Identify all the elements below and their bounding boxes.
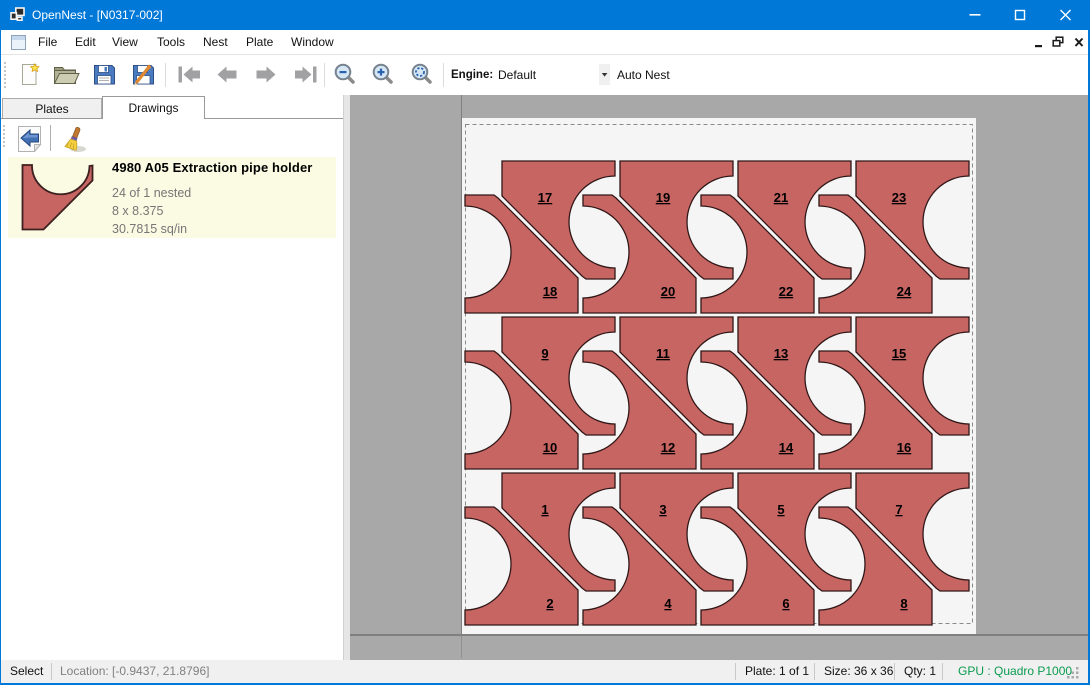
svg-text:11: 11 xyxy=(656,346,670,361)
svg-text:2: 2 xyxy=(546,596,553,611)
svg-text:3: 3 xyxy=(659,502,666,517)
svg-text:6: 6 xyxy=(782,596,789,611)
svg-text:15: 15 xyxy=(892,346,906,361)
svg-text:24: 24 xyxy=(897,284,912,299)
svg-text:21: 21 xyxy=(774,190,788,205)
svg-text:10: 10 xyxy=(543,440,557,455)
svg-text:13: 13 xyxy=(774,346,788,361)
svg-text:8: 8 xyxy=(900,596,907,611)
svg-text:19: 19 xyxy=(656,190,670,205)
svg-text:5: 5 xyxy=(777,502,784,517)
svg-text:4: 4 xyxy=(664,596,672,611)
svg-text:7: 7 xyxy=(895,502,902,517)
svg-text:1: 1 xyxy=(541,502,548,517)
svg-text:20: 20 xyxy=(661,284,675,299)
svg-text:16: 16 xyxy=(897,440,911,455)
svg-text:23: 23 xyxy=(892,190,906,205)
svg-text:17: 17 xyxy=(538,190,552,205)
svg-text:22: 22 xyxy=(779,284,793,299)
svg-text:14: 14 xyxy=(779,440,794,455)
svg-text:18: 18 xyxy=(543,284,557,299)
svg-text:12: 12 xyxy=(661,440,675,455)
svg-text:9: 9 xyxy=(541,346,548,361)
